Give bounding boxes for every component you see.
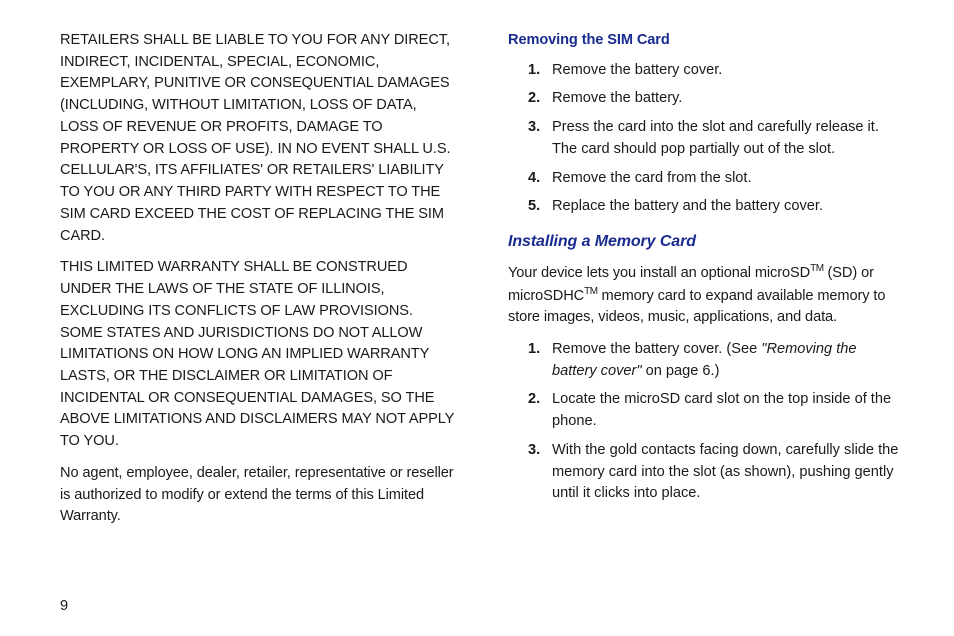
trademark-icon: TM: [810, 263, 823, 274]
memory-intro: Your device lets you install an optional…: [508, 262, 904, 329]
step-number: 1.: [528, 339, 540, 361]
right-column: Removing the SIM Card 1. Remove the batte…: [508, 30, 904, 578]
list-item: 4. Remove the card from the slot.: [528, 168, 904, 190]
step-number: 3.: [528, 117, 540, 139]
step-number: 4.: [528, 168, 540, 190]
heading-removing-sim: Removing the SIM Card: [508, 30, 904, 52]
step-number: 2.: [528, 389, 540, 411]
left-column: RETAILERS SHALL BE LIABLE TO YOU FOR ANY…: [60, 30, 456, 578]
step-text: Remove the battery cover. (See "Removing…: [552, 341, 857, 379]
step-text: With the gold contacts facing down, care…: [552, 442, 898, 501]
step-number: 3.: [528, 440, 540, 462]
page-columns: RETAILERS SHALL BE LIABLE TO YOU FOR ANY…: [60, 30, 904, 578]
page-number: 9: [60, 598, 68, 614]
list-item: 2. Locate the microSD card slot on the to…: [528, 389, 904, 432]
sim-steps-list: 1. Remove the battery cover. 2. Remove the…: [508, 60, 904, 218]
list-item: 2. Remove the battery.: [528, 88, 904, 110]
warranty-paragraph-3: No agent, employee, dealer, retailer, re…: [60, 463, 456, 528]
list-item: 5. Replace the battery and the battery co…: [528, 196, 904, 218]
heading-installing-memory: Installing a Memory Card: [508, 230, 904, 254]
step-number: 2.: [528, 88, 540, 110]
list-item: 1. Remove the battery cover.: [528, 60, 904, 82]
step-text: Locate the microSD card slot on the top …: [552, 391, 891, 429]
memory-steps-list: 1. Remove the battery cover. (See "Removi…: [508, 339, 904, 505]
warranty-paragraph-1: RETAILERS SHALL BE LIABLE TO YOU FOR ANY…: [60, 30, 456, 247]
step-text: Remove the battery.: [552, 90, 682, 106]
step-text: Replace the battery and the battery cove…: [552, 198, 823, 214]
warranty-paragraph-2: THIS LIMITED WARRANTY SHALL BE CONSTRUED…: [60, 257, 456, 453]
trademark-icon: TM: [584, 286, 597, 297]
step-text: Remove the card from the slot.: [552, 170, 752, 186]
list-item: 3. Press the card into the slot and caref…: [528, 117, 904, 160]
list-item: 1. Remove the battery cover. (See "Removi…: [528, 339, 904, 382]
step-text: Remove the battery cover.: [552, 62, 722, 78]
intro-text: Your device lets you install an optional…: [508, 265, 810, 281]
step-number: 1.: [528, 60, 540, 82]
list-item: 3. With the gold contacts facing down, ca…: [528, 440, 904, 505]
step-number: 5.: [528, 196, 540, 218]
step-text: Press the card into the slot and careful…: [552, 119, 879, 157]
